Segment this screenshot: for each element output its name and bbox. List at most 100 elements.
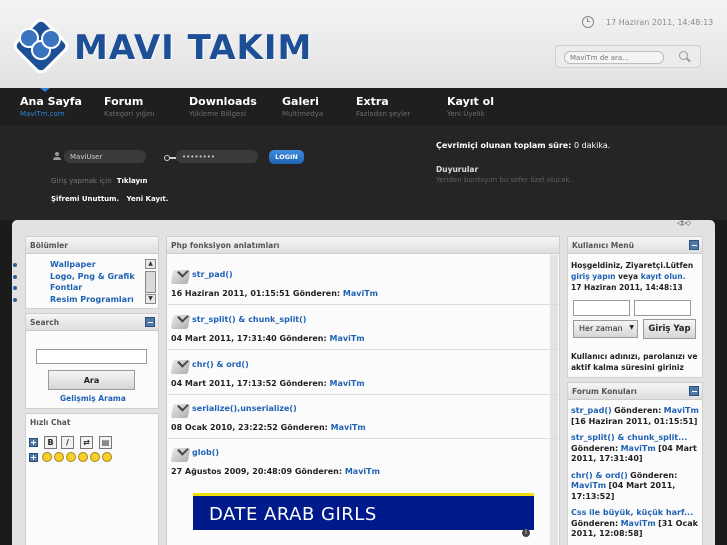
forum-topic-item: str_pad() Gönderen: MaviTm [16 Haziran 2… [571,406,699,427]
scrollbar-thumb[interactable] [145,271,156,293]
search-submit-button[interactable]: Ara [48,370,135,390]
username-field[interactable] [64,150,146,163]
nav-item-ana-sayfa[interactable]: Ana Sayfa MaviTm.com [20,95,82,120]
forum-topic-link[interactable]: str_split() & chunk_split... [571,433,699,444]
topic-title-link[interactable]: str_split() & chunk_split() [192,315,306,324]
forum-topic-author[interactable]: MaviTm [621,444,656,453]
bold-button[interactable]: B [44,436,57,449]
forum-topic-author[interactable]: MaviTm [664,406,699,415]
forum-topic-item: Css ile büyük, küçük harf... Gönderen: M… [571,508,699,540]
header-datetime: 17 Haziran 2011, 14:48:13 [606,18,714,27]
quote-button[interactable]: ▤ [99,436,112,449]
nav-subtitle: Kategori yığını [104,110,155,118]
nav-item-downloads[interactable]: Downloads Yükleme Bölgesi [189,95,257,120]
topic-check-icon [170,448,191,462]
search-input[interactable] [564,51,664,64]
topic-author-link[interactable]: MaviTm [331,423,366,432]
login-button[interactable]: LOGIN [269,150,304,164]
plus-icon[interactable] [29,453,38,462]
category-link[interactable]: Wallpaper [50,260,96,269]
forum-topic-link[interactable]: Css ile büyük, küçük harf... [571,508,699,519]
forum-topic-author[interactable]: MaviTm [621,519,656,528]
topic-item: chr() & ord() 04 Mart 2011, 17:13:52 Gön… [169,360,559,390]
scroll-up-icon[interactable]: ▲ [145,259,156,269]
plus-icon[interactable] [29,438,38,447]
layout-arrows-icon[interactable]: ◁▷◇ [677,219,691,227]
divider [166,349,560,350]
panel-title: Search [26,314,158,331]
topic-author-link[interactable]: MaviTm [343,289,378,298]
nav-item-extra[interactable]: Extra Fazladan şeyler [356,95,410,120]
collapse-icon[interactable] [145,317,155,327]
forum-topic-author[interactable]: MaviTm [571,481,606,490]
side-search-input[interactable] [36,349,147,364]
nav-title: Downloads [189,95,257,108]
duration-select[interactable]: Her zaman ▼ [573,320,638,338]
ad-info-icon[interactable]: i [522,529,530,537]
italic-button[interactable]: / [61,436,74,449]
click-here-link[interactable]: Tıklayın [117,177,148,185]
welcome-message: Hoşgeldiniz, Ziyaretçi.Lütfen [571,261,694,270]
category-link[interactable]: Logo, Png & Grafik [50,272,135,281]
forum-topic-link[interactable]: chr() & ord() [571,471,628,480]
password-field[interactable] [176,150,258,163]
forum-topic-link[interactable]: str_pad() [571,406,612,415]
forgot-password-link[interactable]: Şifremi Unuttum. [51,195,119,203]
nav-item-galeri[interactable]: Galeri Multimedya [282,95,323,120]
advanced-search-link[interactable]: Gelişmiş Arama [60,394,126,403]
category-link[interactable]: Fontlar [50,283,82,292]
clock-icon [582,16,594,28]
category-link[interactable]: Resim Programları [50,295,134,304]
divider [166,438,560,439]
site-logo-text[interactable]: MAVI TAKIM [74,31,312,65]
menu-username-field[interactable] [573,300,630,316]
posted-by-label: Gönderen: [294,467,343,476]
new-register-link[interactable]: Yeni Kayıt. [127,195,169,203]
nav-subtitle: Multimedya [282,110,324,118]
smiley-icon[interactable] [42,452,52,462]
ad-stripe [193,530,534,536]
smiley-icon[interactable] [78,452,88,462]
topic-author-link[interactable]: MaviTm [330,334,365,343]
smiley-icon[interactable] [90,452,100,462]
link-button[interactable]: ⇄ [80,436,93,449]
posted-by-label: Gönderen: [614,406,662,415]
nav-item-kayit-ol[interactable]: Kayıt ol Yeni Üyelik [447,95,494,120]
online-time: Çevrimiçi olunan toplam süre: 0 dakika. [436,141,610,150]
posted-by-label: Gönderen: [279,334,327,343]
giris-yap-button[interactable]: Giriş Yap [643,319,696,339]
topic-author-link[interactable]: MaviTm [330,379,365,388]
topic-title-link[interactable]: chr() & ord() [192,360,249,369]
topic-check-icon [170,270,191,284]
account-links: Şifremi Unuttum. Yeni Kayıt. [51,195,168,203]
forum-topic-date: [16 Haziran 2011, 01:15:51] [571,416,698,426]
topic-title-link[interactable]: str_pad() [192,270,233,279]
nav-title: Forum [104,95,144,108]
topic-title-link[interactable]: serialize(),unserialize() [192,404,297,413]
nav-active-marker [40,88,50,92]
smiley-icon[interactable] [54,452,64,462]
panel-title: Forum Konuları [568,383,702,400]
ad-banner[interactable]: DATE ARAB GIRLS i [193,493,534,537]
smiley-icon[interactable] [66,452,76,462]
logo-icon[interactable] [7,12,75,80]
topic-author-link[interactable]: MaviTm [345,467,380,476]
announcements-text: Yeriden burdayım bu sefer özel olucak.. [436,176,575,184]
nav-subtitle: Fazladan şeyler [356,110,411,118]
smiley-icon[interactable] [102,452,112,462]
key-icon [164,155,176,161]
scroll-down-icon[interactable]: ▼ [145,294,156,304]
collapse-icon[interactable] [689,386,699,396]
menu-password-field[interactable] [634,300,691,316]
online-time-value: 0 dakika. [573,141,611,150]
nav-title: Kayıt ol [447,95,494,108]
topic-title-link[interactable]: glob() [192,448,219,457]
nav-item-forum[interactable]: Forum Kategori yığını [104,95,154,120]
register-link[interactable]: kayıt olun. [641,272,686,281]
bullet-icon [13,263,17,267]
bullet-icon [13,286,17,290]
collapse-icon[interactable] [689,240,699,250]
login-link[interactable]: giriş yapın [571,272,616,281]
search-icon[interactable] [678,50,692,64]
panel-title: Php fonksiyon anlatımları [167,237,559,254]
